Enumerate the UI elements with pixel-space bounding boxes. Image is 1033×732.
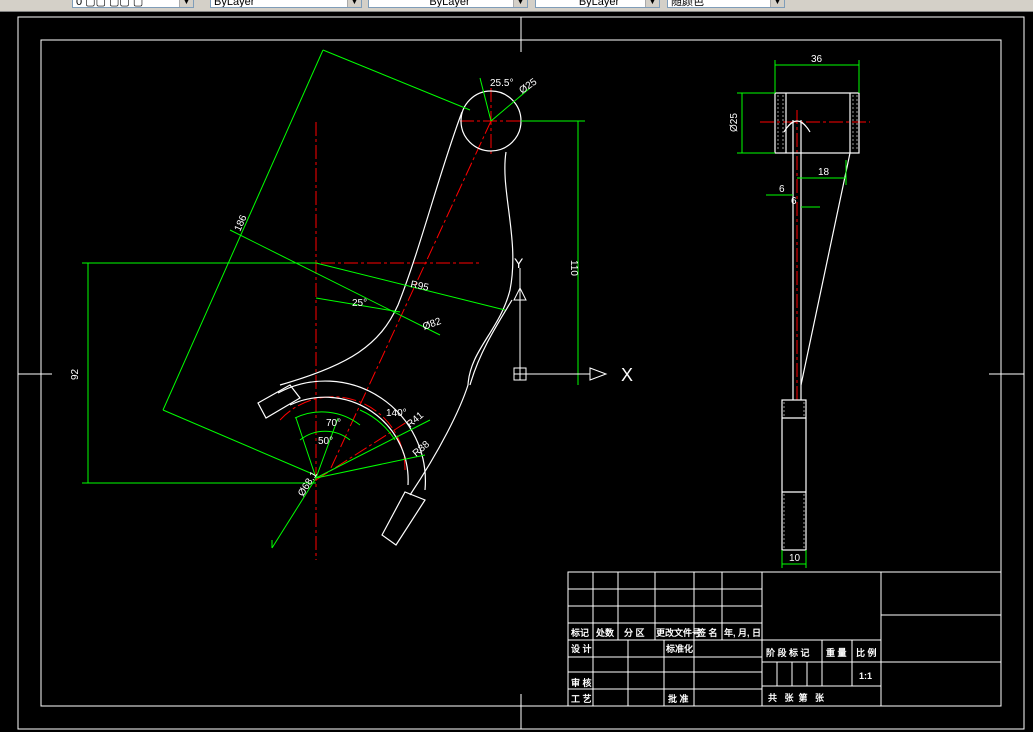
dim-dia-top: Ø25 <box>517 76 539 96</box>
chevron-down-icon[interactable]: ▼ <box>513 0 527 7</box>
dim-186: 186 <box>233 213 250 233</box>
linetype-dropdown[interactable]: ByLayer ▼ <box>368 0 528 8</box>
color-value: ByLayer <box>214 0 255 8</box>
chevron-down-icon[interactable]: ▼ <box>179 0 193 7</box>
drawing-canvas[interactable]: 25.5° Ø25 186 R95 25° Ø82 110 92 70° 50°… <box>0 11 1033 732</box>
dim-ang70: 70° <box>326 418 341 429</box>
chevron-down-icon[interactable]: ▼ <box>770 0 784 7</box>
centerlines <box>160 88 545 560</box>
dim-r41: R41 <box>405 410 426 431</box>
dimension-lines <box>82 49 585 549</box>
tb-design: 设 计 <box>571 643 592 654</box>
dim-dia82: Ø82 <box>421 316 443 333</box>
linetype-value: ByLayer <box>429 0 470 8</box>
tb-standardize: 标准化 <box>665 643 693 654</box>
dim-dia-bottom: Ø68.1 <box>296 469 320 498</box>
plotstyle-dropdown[interactable]: 随颜色 ▼ <box>667 0 785 8</box>
tb-review: 审 核 <box>571 677 592 688</box>
dim-dia25: Ø25 <box>729 113 740 132</box>
lineweight-dropdown[interactable]: ByLayer ▼ <box>535 0 660 8</box>
tb-stage-mark: 阶 段 标 记 <box>766 647 810 658</box>
lever-outline <box>257 90 522 546</box>
ucs-icon <box>513 268 608 381</box>
dim-10: 10 <box>789 553 801 564</box>
dim-110: 110 <box>568 260 579 276</box>
tb-header-change: 更改文件号 <box>656 627 701 638</box>
layer-value: 0 ▢▢ ▢▢ ▢ <box>76 0 144 8</box>
tb-header-date: 年, 月, 日 <box>724 627 761 638</box>
ucs-x-label: X <box>621 365 633 385</box>
tb-header-zone: 分 区 <box>624 627 645 638</box>
title-block-text: 标记 处数 分 区 更改文件号 签 名 年, 月, 日 设 计 标准化 审 核 … <box>570 627 877 704</box>
dim-ang140: 140° <box>386 408 407 419</box>
dim-ang25: 25° <box>352 298 367 309</box>
ucs-y-label: Y <box>514 255 524 271</box>
chevron-down-icon[interactable]: ▼ <box>645 0 659 7</box>
dim-36: 36 <box>811 54 823 65</box>
tb-approve: 批 准 <box>668 693 689 704</box>
right-view: 36 Ø25 18 6 6 10 <box>729 54 870 568</box>
tb-weight: 重 量 <box>826 647 847 658</box>
right-dimension-labels: 36 Ø25 18 6 6 10 <box>729 54 830 564</box>
title-block <box>567 571 1002 707</box>
layer-dropdown[interactable]: 0 ▢▢ ▢▢ ▢ ▼ <box>72 0 194 8</box>
plotstyle-value: 随颜色 <box>671 0 704 8</box>
chevron-down-icon[interactable]: ▼ <box>347 0 361 7</box>
dim-6b: 6 <box>791 196 797 207</box>
tb-process: 工 艺 <box>571 693 592 704</box>
tb-scale: 比 例 <box>856 647 877 658</box>
dim-92: 92 <box>70 368 81 380</box>
left-view: 25.5° Ø25 186 R95 25° Ø82 110 92 70° 50°… <box>70 49 633 560</box>
tb-header-count: 处数 <box>595 627 615 638</box>
dim-18: 18 <box>818 167 830 178</box>
tb-header-sign: 签 名 <box>696 627 718 638</box>
tb-scale-value: 1:1 <box>859 671 872 681</box>
dim-r38: R38 <box>411 439 432 460</box>
dim-angle-top: 25.5° <box>490 78 513 89</box>
color-dropdown[interactable]: ByLayer ▼ <box>210 0 362 8</box>
tb-sheet-total: 共 张 第 张 <box>768 692 825 703</box>
hatching <box>777 95 858 548</box>
lineweight-value: ByLayer <box>578 0 620 8</box>
dim-ang50: 50° <box>318 436 333 447</box>
dim-6a: 6 <box>779 184 785 195</box>
tb-header-mark: 标记 <box>570 627 589 638</box>
dimension-labels: 25.5° Ø25 186 R95 25° Ø82 110 92 70° 50°… <box>70 76 579 498</box>
